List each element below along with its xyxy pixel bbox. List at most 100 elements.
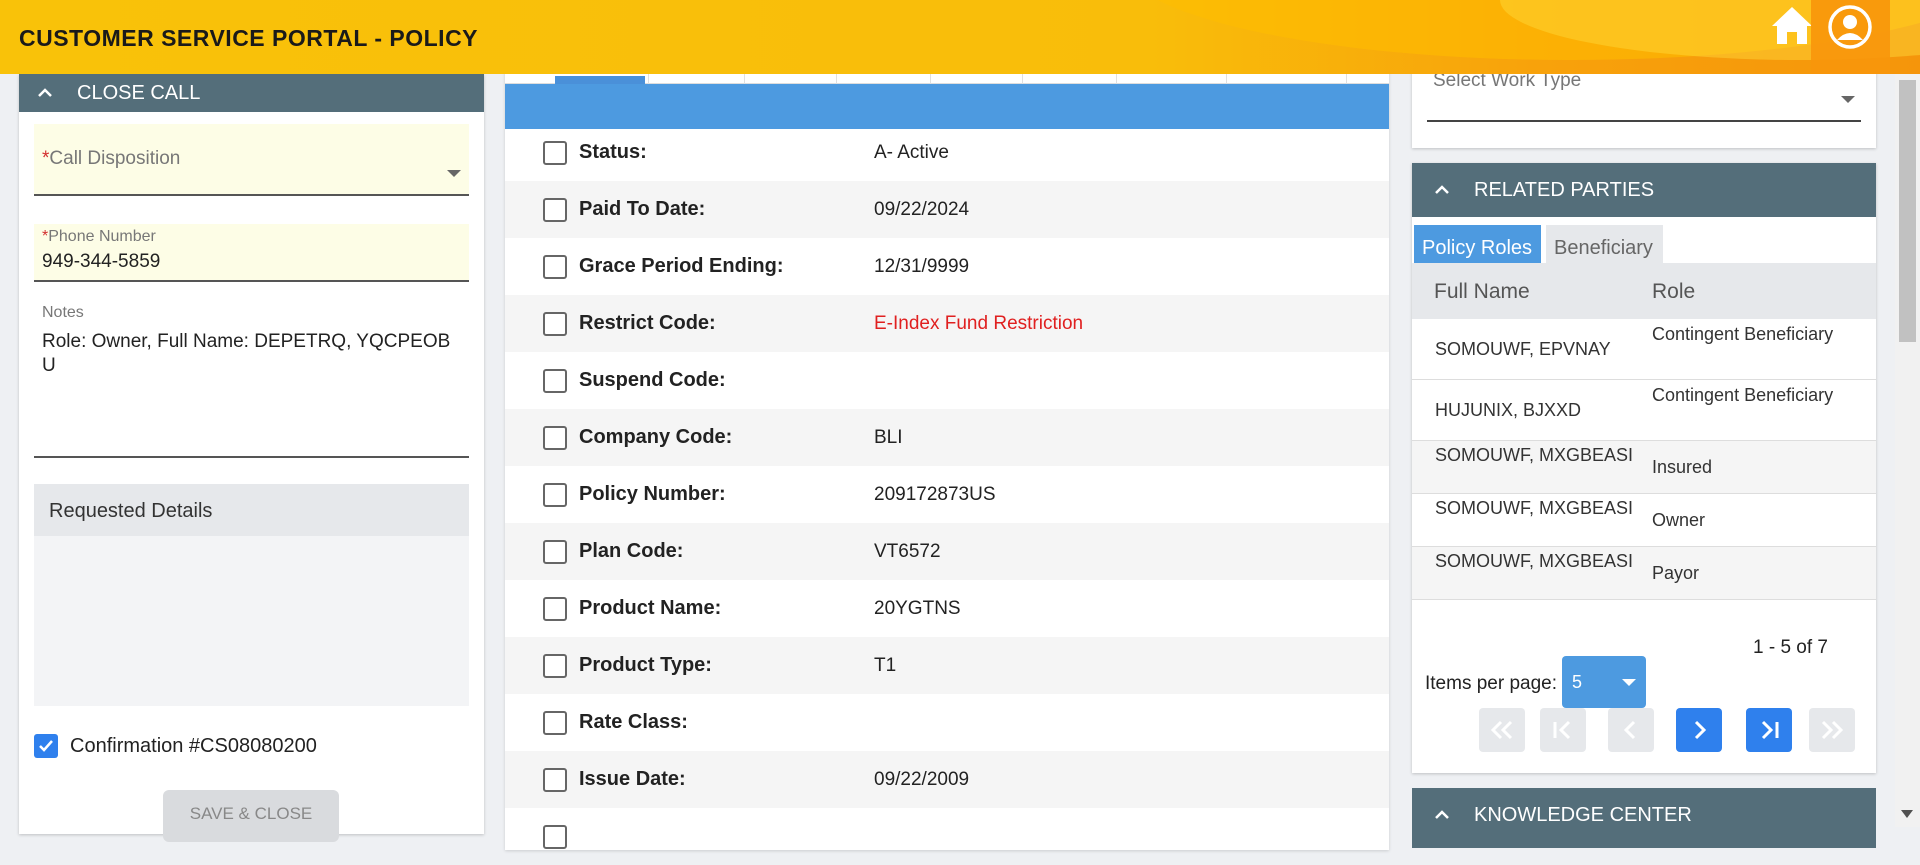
previous-page-button[interactable] — [1608, 708, 1654, 752]
tab-beneficiary[interactable]: Beneficiary — [1546, 225, 1663, 265]
user-profile-button[interactable] — [1811, 0, 1890, 74]
close-call-header[interactable]: CLOSE CALL — [19, 74, 484, 112]
phone-number-value[interactable]: 949-344-5859 — [42, 251, 160, 273]
confirmation-checkbox[interactable] — [34, 734, 58, 758]
detail-label: Restrict Code: — [579, 312, 716, 334]
table-header: Full Name Role — [1412, 263, 1876, 319]
row-checkbox[interactable] — [543, 254, 567, 279]
column-header-full-name[interactable]: Full Name — [1434, 280, 1530, 304]
party-role: Insured — [1652, 457, 1713, 477]
notes-field[interactable]: Notes Role: Owner, Full Name: DEPETRQ, Y… — [34, 300, 469, 458]
detail-value: 09/22/2009 — [874, 768, 970, 790]
items-per-page-label: Items per page: — [1425, 673, 1558, 694]
detail-row-policy-number: Policy Number: 209172873US — [505, 466, 1389, 523]
chevron-left-icon — [1623, 720, 1636, 740]
double-chevron-left-icon — [1490, 720, 1513, 740]
detail-value: 20YGTNS — [874, 597, 961, 619]
phone-number-field[interactable]: *Phone Number 949-344-5859 — [34, 224, 469, 282]
knowledge-center-header[interactable]: KNOWLEDGE CENTER — [1412, 788, 1876, 842]
related-parties-panel: RELATED PARTIES Policy Roles Beneficiary… — [1412, 163, 1876, 773]
tab-active-indicator — [555, 76, 645, 84]
detail-value: A- Active — [874, 141, 949, 163]
detail-label: Suspend Code: — [579, 369, 726, 391]
last-page-icon — [1761, 720, 1779, 740]
row-checkbox[interactable] — [543, 197, 567, 222]
party-name: SOMOUWF, MXGBEASI — [1435, 445, 1634, 465]
related-parties-header[interactable]: RELATED PARTIES — [1412, 163, 1876, 217]
party-name: SOMOUWF, MXGBEASI — [1435, 551, 1634, 571]
table-row[interactable]: SOMOUWF, MXGBEASI Insured — [1412, 441, 1876, 494]
row-checkbox[interactable] — [543, 710, 567, 735]
last-page-button[interactable] — [1746, 708, 1792, 752]
party-name: HUJUNIX, BJXXD — [1435, 400, 1582, 420]
close-call-panel: CLOSE CALL *Call Disposition *Phone Numb… — [19, 74, 484, 842]
table-row[interactable]: SOMOUWF, MXGBEASI Payor — [1412, 547, 1876, 600]
row-checkbox[interactable] — [543, 824, 567, 849]
table-row[interactable]: HUJUNIX, BJXXD Contingent Beneficiary — [1412, 380, 1876, 441]
row-checkbox[interactable] — [543, 368, 567, 393]
detail-row-rate-class: Rate Class: — [505, 694, 1389, 751]
scroll-down-arrow-icon[interactable] — [1901, 810, 1913, 818]
detail-row-grace-period: Grace Period Ending: 12/31/9999 — [505, 238, 1389, 295]
app-title: CUSTOMER SERVICE PORTAL - POLICY — [19, 25, 479, 51]
scrollbar-thumb[interactable] — [1899, 80, 1916, 342]
home-icon — [1772, 7, 1812, 44]
save-and-close-button[interactable]: SAVE & CLOSE — [163, 790, 339, 842]
row-checkbox[interactable] — [543, 140, 567, 165]
tab-policy-roles[interactable]: Policy Roles — [1414, 225, 1541, 265]
detail-label: Policy Number: — [579, 483, 726, 505]
first-page-button[interactable] — [1540, 708, 1586, 752]
notes-value[interactable]: Role: Owner, Full Name: DEPETRQ, YQCPEOB… — [42, 330, 462, 378]
items-per-page-select[interactable]: 5 — [1562, 656, 1646, 708]
page-scrollbar[interactable] — [1895, 60, 1920, 827]
detail-value: BLI — [874, 426, 903, 448]
page-forward-far-button[interactable] — [1809, 708, 1855, 752]
detail-value: VT6572 — [874, 540, 941, 562]
dropdown-caret-icon — [1622, 679, 1636, 686]
detail-row-product-name: Product Name: 20YGTNS — [505, 580, 1389, 637]
party-name: SOMOUWF, EPVNAY — [1435, 339, 1611, 359]
detail-row-company-code: Company Code: BLI — [505, 409, 1389, 466]
requested-details-box: Requested Details — [34, 484, 469, 706]
related-parties-tabs: Policy Roles Beneficiary — [1412, 217, 1876, 265]
detail-value: 209172873US — [874, 483, 996, 505]
party-role: Payor — [1652, 563, 1700, 583]
party-role: Contingent Beneficiary — [1652, 385, 1834, 405]
pagination-range: 1 - 5 of 7 — [1753, 637, 1828, 658]
party-role: Owner — [1652, 510, 1706, 530]
detail-label: Grace Period Ending: — [579, 255, 784, 277]
chevron-up-icon — [38, 88, 52, 97]
detail-value: 12/31/9999 — [874, 255, 970, 277]
requested-details-label: Requested Details — [34, 484, 469, 536]
confirmation-checkbox-row[interactable]: Confirmation #CS08080200 — [34, 734, 317, 758]
close-call-title: CLOSE CALL — [77, 81, 201, 104]
home-button[interactable] — [1768, 4, 1816, 48]
next-page-button[interactable] — [1676, 708, 1722, 752]
table-row[interactable]: SOMOUWF, MXGBEASI Owner — [1412, 494, 1876, 547]
row-checkbox[interactable] — [543, 653, 567, 678]
confirmation-label: Confirmation #CS08080200 — [70, 734, 317, 757]
row-checkbox[interactable] — [543, 425, 567, 450]
column-header-role[interactable]: Role — [1652, 280, 1695, 304]
checkmark-icon — [39, 740, 53, 752]
phone-number-label: *Phone Number — [42, 228, 156, 245]
detail-row-status: Status: A- Active — [505, 124, 1389, 181]
knowledge-center-title: KNOWLEDGE CENTER — [1474, 803, 1692, 826]
row-checkbox[interactable] — [543, 311, 567, 336]
knowledge-center-panel: KNOWLEDGE CENTER — [1412, 788, 1876, 848]
detail-row-plan-code: Plan Code: VT6572 — [505, 523, 1389, 580]
detail-row-issue-date: Issue Date: 09/22/2009 — [505, 751, 1389, 808]
dropdown-caret-icon — [1841, 96, 1855, 103]
row-checkbox[interactable] — [543, 596, 567, 621]
row-checkbox[interactable] — [543, 767, 567, 792]
party-name: SOMOUWF, MXGBEASI — [1435, 498, 1634, 518]
policy-section-bar — [505, 84, 1389, 129]
page-back-far-button[interactable] — [1479, 708, 1525, 752]
call-disposition-label: *Call Disposition — [42, 148, 181, 169]
detail-row-restrict-code: Restrict Code: E-Index Fund Restriction — [505, 295, 1389, 352]
call-disposition-select[interactable]: *Call Disposition — [34, 124, 469, 196]
row-checkbox[interactable] — [543, 539, 567, 564]
table-row[interactable]: SOMOUWF, EPVNAY Contingent Beneficiary — [1412, 319, 1876, 380]
detail-label: Paid To Date: — [579, 198, 706, 220]
row-checkbox[interactable] — [543, 482, 567, 507]
